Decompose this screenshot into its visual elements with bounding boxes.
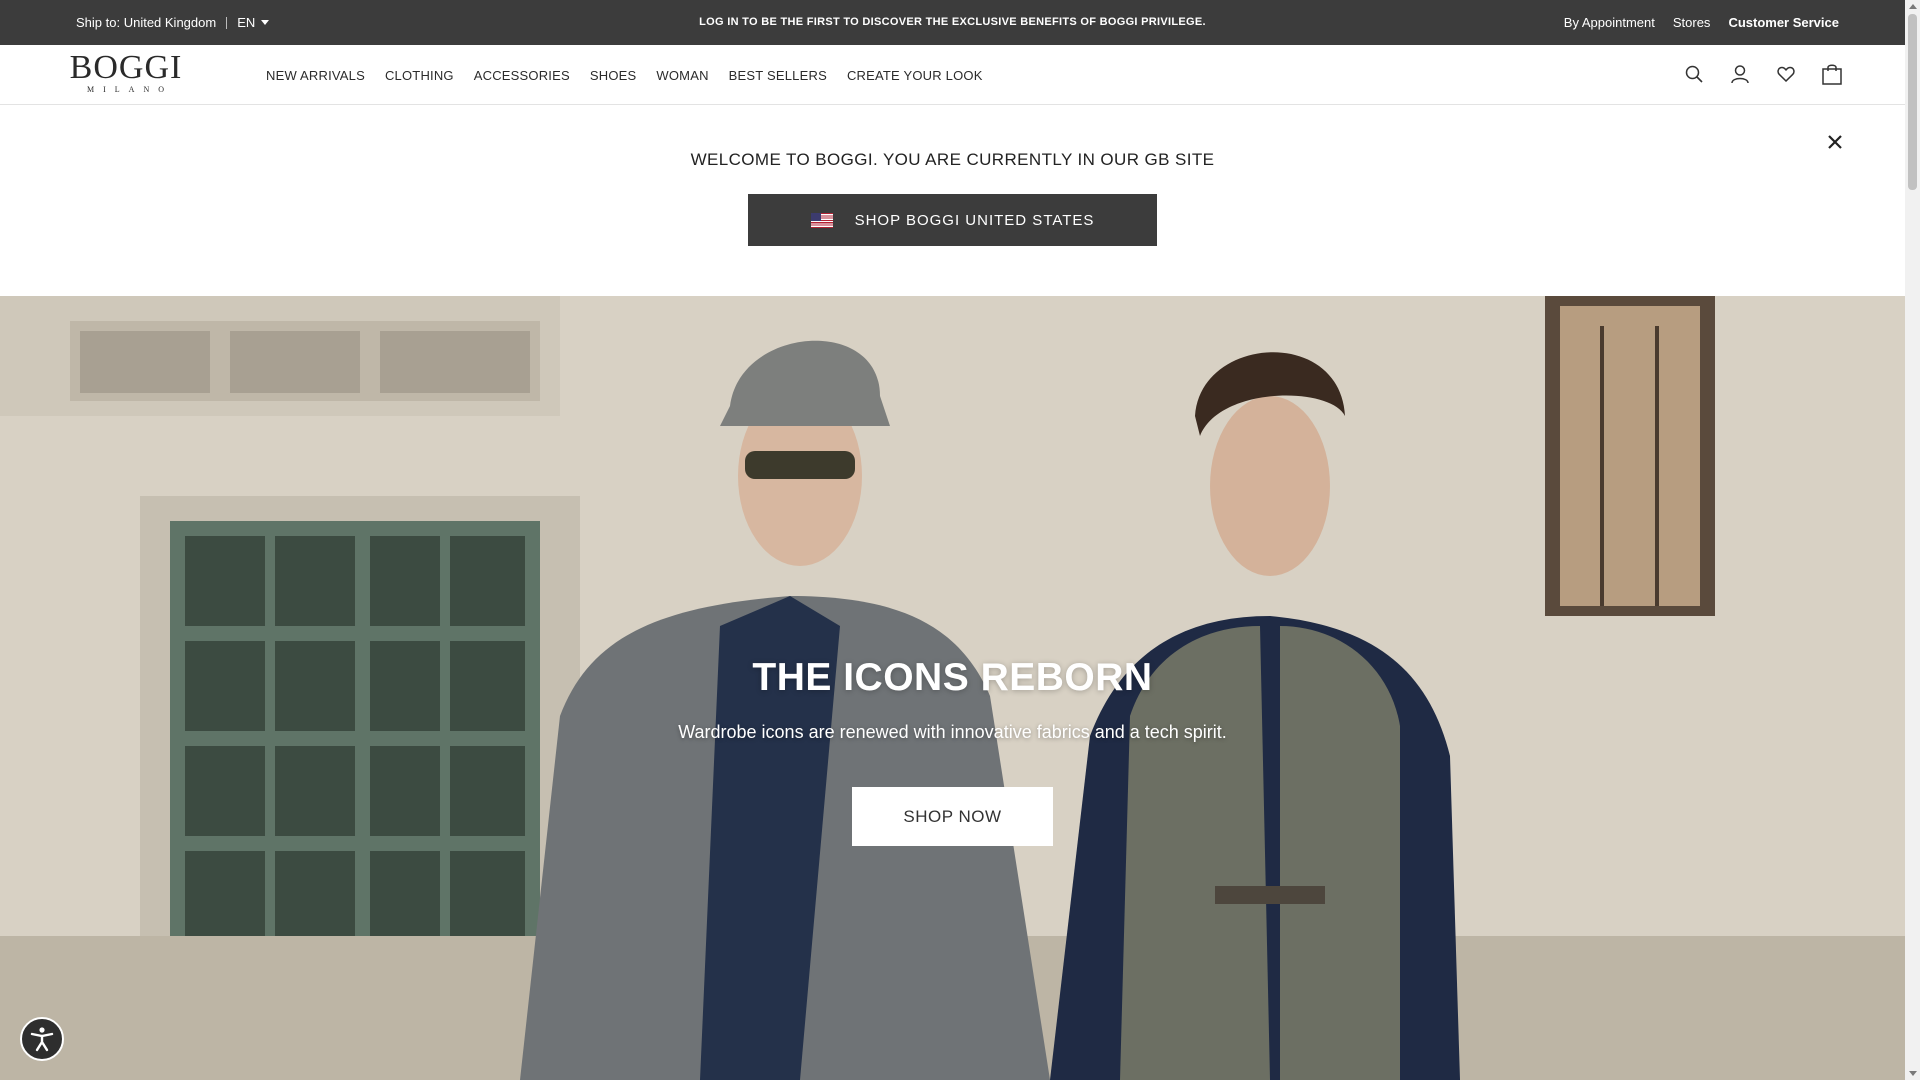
scroll-up-arrow-icon[interactable]: [1909, 4, 1917, 9]
search-icon[interactable]: [1683, 62, 1705, 86]
customer-service-link[interactable]: Customer Service: [1728, 15, 1839, 30]
boggi-logo[interactable]: BOGGI MILANO: [66, 49, 186, 95]
logo-wordmark: BOGGI: [69, 49, 183, 86]
promo-message[interactable]: LOG IN TO BE THE FIRST TO DISCOVER THE E…: [699, 16, 1206, 28]
nav-woman[interactable]: WOMAN: [656, 68, 708, 83]
main-navigation: NEW ARRIVALS CLOTHING ACCESSORIES SHOES …: [266, 68, 983, 83]
language-label: EN: [237, 15, 256, 30]
page-scrollbar[interactable]: [1905, 0, 1920, 1080]
logo-subtitle: MILANO: [87, 85, 173, 94]
hero-description: Wardrobe icons are renewed with innovati…: [678, 722, 1227, 742]
scrollbar-thumb[interactable]: [1908, 14, 1917, 190]
language-selector[interactable]: EN: [237, 15, 270, 30]
ship-to-link[interactable]: Ship to: United Kingdom: [76, 15, 216, 30]
us-flag-icon: [810, 212, 833, 228]
page: Ship to: United Kingdom EN LOG IN TO BE …: [0, 0, 1905, 1080]
by-appointment-link[interactable]: By Appointment: [1564, 15, 1655, 30]
close-icon[interactable]: [1825, 132, 1845, 152]
utility-links: By Appointment Stores Customer Service: [1564, 15, 1839, 30]
nav-create-your-look[interactable]: CREATE YOUR LOOK: [847, 68, 983, 83]
ship-to-selector: Ship to: United Kingdom EN: [76, 15, 270, 30]
shop-us-site-button[interactable]: SHOP BOGGI UNITED STATES: [748, 194, 1157, 246]
hero-banner: THE ICONS REBORN Wardrobe icons are rene…: [0, 296, 1905, 1080]
shop-now-button[interactable]: SHOP NOW: [852, 787, 1053, 846]
main-header: BOGGI MILANO NEW ARRIVALS CLOTHING ACCES…: [0, 45, 1905, 105]
wishlist-heart-icon[interactable]: [1775, 62, 1797, 86]
accessibility-icon[interactable]: [20, 1017, 64, 1061]
top-utility-bar: Ship to: United Kingdom EN LOG IN TO BE …: [0, 0, 1905, 45]
shopping-bag-icon[interactable]: [1821, 62, 1843, 86]
hero-title: THE ICONS REBORN: [752, 656, 1153, 699]
header-icons: [1683, 62, 1843, 86]
stores-link[interactable]: Stores: [1673, 15, 1711, 30]
account-icon[interactable]: [1729, 62, 1751, 86]
nav-new-arrivals[interactable]: NEW ARRIVALS: [266, 68, 365, 83]
country-welcome-banner: WELCOME TO BOGGI. YOU ARE CURRENTLY IN O…: [0, 106, 1905, 296]
scroll-down-arrow-icon[interactable]: [1909, 1071, 1917, 1076]
welcome-message: WELCOME TO BOGGI. YOU ARE CURRENTLY IN O…: [690, 150, 1215, 169]
caret-down-icon: [261, 20, 270, 25]
nav-shoes[interactable]: SHOES: [590, 68, 637, 83]
separator: [226, 16, 228, 29]
nav-accessories[interactable]: ACCESSORIES: [474, 68, 570, 83]
nav-best-sellers[interactable]: BEST SELLERS: [729, 68, 827, 83]
nav-clothing[interactable]: CLOTHING: [385, 68, 454, 83]
shop-us-site-label: SHOP BOGGI UNITED STATES: [854, 211, 1095, 229]
